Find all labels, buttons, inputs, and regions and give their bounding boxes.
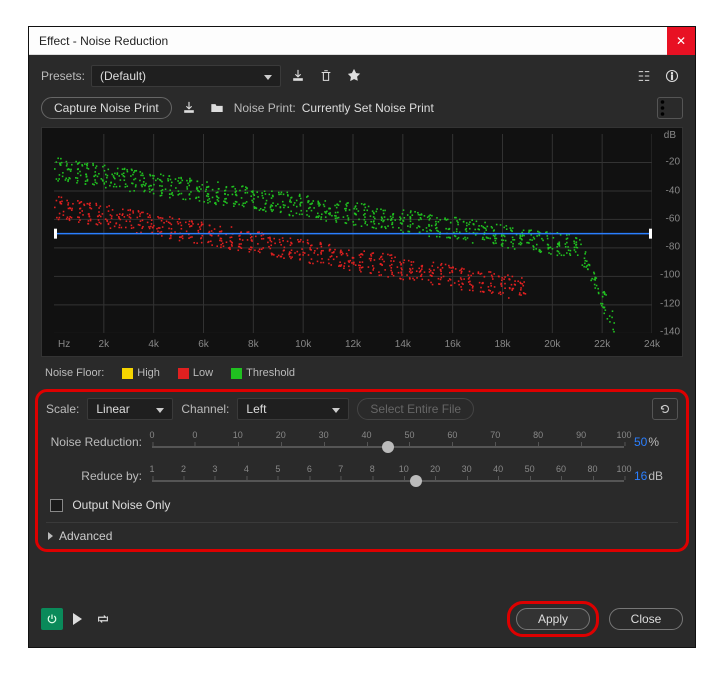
noise-reduction-slider[interactable]: 00102030405060708090100 [152, 430, 624, 454]
window-title: Effect - Noise Reduction [39, 34, 168, 48]
noise-reduction-label: Noise Reduction: [46, 435, 142, 449]
noise-print-label: Noise Print: [234, 101, 296, 115]
favorite-icon[interactable] [343, 65, 365, 87]
loop-icon[interactable] [92, 608, 114, 630]
folder-icon[interactable] [206, 97, 228, 119]
channel-map-icon[interactable] [633, 65, 655, 87]
noise-print-value: Currently Set Noise Print [302, 101, 434, 115]
delete-preset-icon[interactable] [315, 65, 337, 87]
chart-legend: Noise Floor: High Low Threshold [41, 361, 683, 389]
noise-reduction-value[interactable]: 50 [634, 435, 647, 449]
output-noise-only-checkbox[interactable] [50, 499, 63, 512]
advanced-section-toggle[interactable]: Advanced [46, 522, 678, 545]
noise-reduction-chart[interactable]: dB Hz -20-40-60-80-100-120-140 2k4k6k8k1… [41, 127, 683, 357]
reset-icon[interactable] [652, 398, 678, 420]
chart-canvas [54, 134, 652, 333]
reduce-by-label: Reduce by: [46, 469, 142, 483]
close-button[interactable]: Close [609, 608, 683, 630]
play-icon [73, 613, 82, 625]
titlebar: Effect - Noise Reduction ✕ [29, 27, 695, 55]
presets-combo[interactable]: (Default) [91, 65, 281, 87]
play-button[interactable] [73, 613, 82, 625]
presets-value: (Default) [100, 69, 146, 83]
reduce-by-value[interactable]: 16 [634, 469, 647, 483]
save-preset-icon[interactable] [287, 65, 309, 87]
low-swatch [178, 368, 189, 379]
noise-floor-label: Noise Floor: [45, 367, 104, 379]
db-unit-label: dB [664, 130, 676, 141]
apply-button[interactable]: Apply [516, 608, 590, 630]
channel-label: Channel: [181, 402, 229, 416]
power-toggle[interactable] [41, 608, 63, 630]
apply-highlight: Apply [507, 601, 599, 637]
capture-noise-print-button[interactable]: Capture Noise Print [41, 97, 172, 119]
close-icon[interactable]: ✕ [667, 27, 695, 55]
effect-dialog: Effect - Noise Reduction ✕ Presets: (Def… [28, 26, 696, 648]
graph-options-icon[interactable] [657, 97, 683, 119]
scale-label: Scale: [46, 402, 79, 416]
chevron-right-icon [48, 532, 53, 540]
load-noise-print-icon[interactable] [178, 97, 200, 119]
threshold-swatch [231, 368, 242, 379]
hz-unit-label: Hz [58, 339, 70, 350]
controls-group: Scale: Linear Channel: Left Select Entir… [35, 389, 689, 552]
high-swatch [122, 368, 133, 379]
reduce-by-slider[interactable]: 1234567810203040506080100 [152, 464, 624, 488]
channel-combo[interactable]: Left [237, 398, 349, 420]
output-noise-only-label: Output Noise Only [72, 498, 170, 512]
info-icon[interactable] [661, 65, 683, 87]
scale-combo[interactable]: Linear [87, 398, 173, 420]
presets-label: Presets: [41, 69, 85, 83]
select-entire-file-button[interactable]: Select Entire File [357, 398, 474, 420]
